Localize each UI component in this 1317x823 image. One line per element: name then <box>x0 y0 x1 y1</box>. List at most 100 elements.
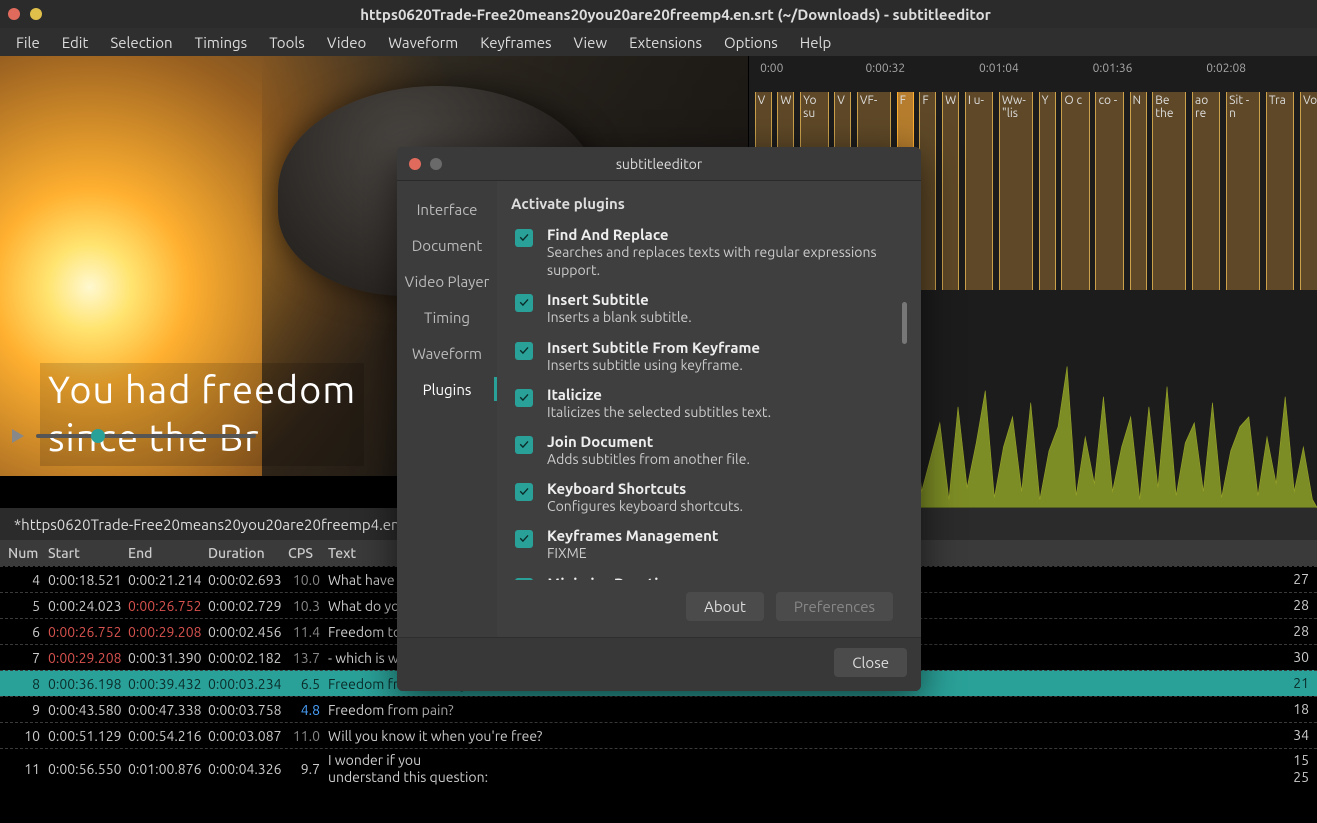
about-button[interactable]: About <box>686 592 764 621</box>
plugin-list[interactable]: ✓Find And ReplaceSearches and replaces t… <box>511 220 907 580</box>
waveform-segment[interactable]: Y <box>1039 92 1056 290</box>
cell: 11.0 <box>284 728 324 744</box>
col-start[interactable]: Start <box>44 545 124 561</box>
waveform-segment[interactable]: ao re <box>1192 92 1220 290</box>
plugins-heading: Activate plugins <box>511 195 907 212</box>
plugin-checkbox[interactable]: ✓ <box>515 530 533 548</box>
menu-waveform[interactable]: Waveform <box>378 30 468 55</box>
menu-extensions[interactable]: Extensions <box>619 30 712 55</box>
plugin-checkbox[interactable]: ✓ <box>515 483 533 501</box>
menu-video[interactable]: Video <box>317 30 376 55</box>
waveform-segment[interactable]: F <box>919 92 936 290</box>
ruler-tick: 0:00:32 <box>865 62 905 75</box>
cell: 0:00:26.752 <box>44 624 124 640</box>
waveform-segment[interactable]: W <box>942 92 959 290</box>
prefs-tab-video-player[interactable]: Video Player <box>397 263 497 299</box>
cell: 0:00:54.216 <box>124 728 204 744</box>
cell-length: 28 <box>1273 597 1313 613</box>
dialog-titlebar: subtitleeditor <box>397 147 921 181</box>
cell: 0:01:00.876 <box>124 761 204 777</box>
plugin-checkbox[interactable]: ✓ <box>515 294 533 312</box>
menu-file[interactable]: File <box>6 30 50 55</box>
play-icon[interactable] <box>12 429 24 443</box>
cell: 0:00:24.023 <box>44 598 124 614</box>
plugin-checkbox[interactable]: ✓ <box>515 342 533 360</box>
col-end[interactable]: End <box>124 545 204 561</box>
menu-timings[interactable]: Timings <box>185 30 258 55</box>
cell: 0:00:03.087 <box>204 728 284 744</box>
window-minimize-icon[interactable] <box>30 8 42 20</box>
prefs-tab-document[interactable]: Document <box>397 227 497 263</box>
plugin-title: Keyboard Shortcuts <box>547 480 743 497</box>
plugin-title: Minimize Duration <box>547 575 860 581</box>
waveform-segment[interactable]: O c <box>1061 92 1089 290</box>
cell-length: 34 <box>1273 727 1313 743</box>
playhead-slider[interactable] <box>36 434 256 438</box>
menu-view[interactable]: View <box>564 30 618 55</box>
waveform-segment[interactable]: Tra <box>1266 92 1294 290</box>
tab-label[interactable]: *https0620Trade-Free20means20you20are20f… <box>14 516 421 533</box>
cell: 11.4 <box>284 624 324 640</box>
plugin-item[interactable]: ✓ItalicizeItalicizes the selected subtit… <box>511 380 907 427</box>
plugin-item[interactable]: ✓Find And ReplaceSearches and replaces t… <box>511 220 907 285</box>
table-row[interactable]: 100:00:51.1290:00:54.2160:00:03.08711.0W… <box>0 722 1317 748</box>
plugin-desc: Inserts a blank subtitle. <box>547 308 692 326</box>
waveform-segment[interactable]: N <box>1130 92 1147 290</box>
dialog-close-icon[interactable] <box>409 158 421 170</box>
menu-help[interactable]: Help <box>790 30 841 55</box>
waveform-segment[interactable]: Ww- "lis <box>999 92 1033 290</box>
plugin-title: Insert Subtitle <box>547 291 692 308</box>
plugin-desc: Inserts subtitle using keyframe. <box>547 356 760 374</box>
cell: 0:00:02.182 <box>204 650 284 666</box>
plugin-checkbox[interactable]: ✓ <box>515 436 533 454</box>
plugin-checkbox[interactable]: ✓ <box>515 389 533 407</box>
cell: 5 <box>4 598 44 614</box>
waveform-segment[interactable]: Be the <box>1152 92 1186 290</box>
cell: 4.8 <box>284 702 324 718</box>
plugin-item[interactable]: ✓ Insert SubtitleInserts a blank subtitle… <box>511 285 907 332</box>
table-row[interactable]: 90:00:43.5800:00:47.3380:00:03.7584.8Fre… <box>0 696 1317 722</box>
waveform-segment[interactable]: co - <box>1095 92 1123 290</box>
cell: 10 <box>4 728 44 744</box>
cell-length: 18 <box>1273 701 1313 717</box>
prefs-tab-interface[interactable]: Interface <box>397 191 497 227</box>
cell: 0:00:03.758 <box>204 702 284 718</box>
waveform-ruler: 0:000:00:320:01:040:01:360:02:08 <box>749 56 1317 88</box>
menu-selection[interactable]: Selection <box>100 30 182 55</box>
close-button[interactable]: Close <box>834 648 907 677</box>
plugin-scrollbar[interactable] <box>902 302 907 344</box>
cell: 13.7 <box>284 650 324 666</box>
plugin-desc: Searches and replaces texts with regular… <box>547 243 903 279</box>
prefs-tab-waveform[interactable]: Waveform <box>397 335 497 371</box>
menu-tools[interactable]: Tools <box>259 30 315 55</box>
cell: 6.5 <box>284 676 324 692</box>
plugin-checkbox[interactable]: ✓ <box>515 578 533 581</box>
col-duration[interactable]: Duration <box>204 545 284 561</box>
cell: 0:00:51.129 <box>44 728 124 744</box>
prefs-tab-timing[interactable]: Timing <box>397 299 497 335</box>
menu-keyframes[interactable]: Keyframes <box>470 30 561 55</box>
menu-edit[interactable]: Edit <box>52 30 99 55</box>
cell: 0:00:02.729 <box>204 598 284 614</box>
cell-text: I wonder if youunderstand this question: <box>324 752 1273 784</box>
window-close-icon[interactable] <box>8 8 20 20</box>
prefs-tab-plugins[interactable]: Plugins <box>397 371 497 407</box>
plugin-item[interactable]: ✓Keyframes ManagementFIXME <box>511 521 907 568</box>
plugin-item[interactable]: ✓Join DocumentAdds subtitles from anothe… <box>511 427 907 474</box>
waveform-segment[interactable]: Sit - n <box>1226 92 1260 290</box>
cell: 0:00:26.752 <box>124 598 204 614</box>
cell: 0:00:21.214 <box>124 572 204 588</box>
menubar: FileEditSelectionTimingsToolsVideoWavefo… <box>0 28 1317 56</box>
waveform-segment[interactable]: I u- <box>965 92 993 290</box>
plugin-item[interactable]: ✓Minimize DurationSets subtitle duration… <box>511 569 907 581</box>
plugin-item[interactable]: ✓Insert Subtitle From KeyframeInserts su… <box>511 333 907 380</box>
cell-text: Will you know it when you're free? <box>324 728 1273 744</box>
ruler-tick: 0:01:36 <box>1093 62 1133 75</box>
plugin-item[interactable]: ✓Keyboard ShortcutsConfigures keyboard s… <box>511 474 907 521</box>
col-cps[interactable]: CPS <box>284 545 324 561</box>
menu-options[interactable]: Options <box>714 30 788 55</box>
waveform-segment[interactable]: Vo <box>1300 92 1317 290</box>
col-num[interactable]: Num <box>4 545 44 561</box>
plugin-checkbox[interactable]: ✓ <box>515 229 533 247</box>
table-row[interactable]: 110:00:56.5500:01:00.8760:00:04.3269.7I … <box>0 748 1317 788</box>
